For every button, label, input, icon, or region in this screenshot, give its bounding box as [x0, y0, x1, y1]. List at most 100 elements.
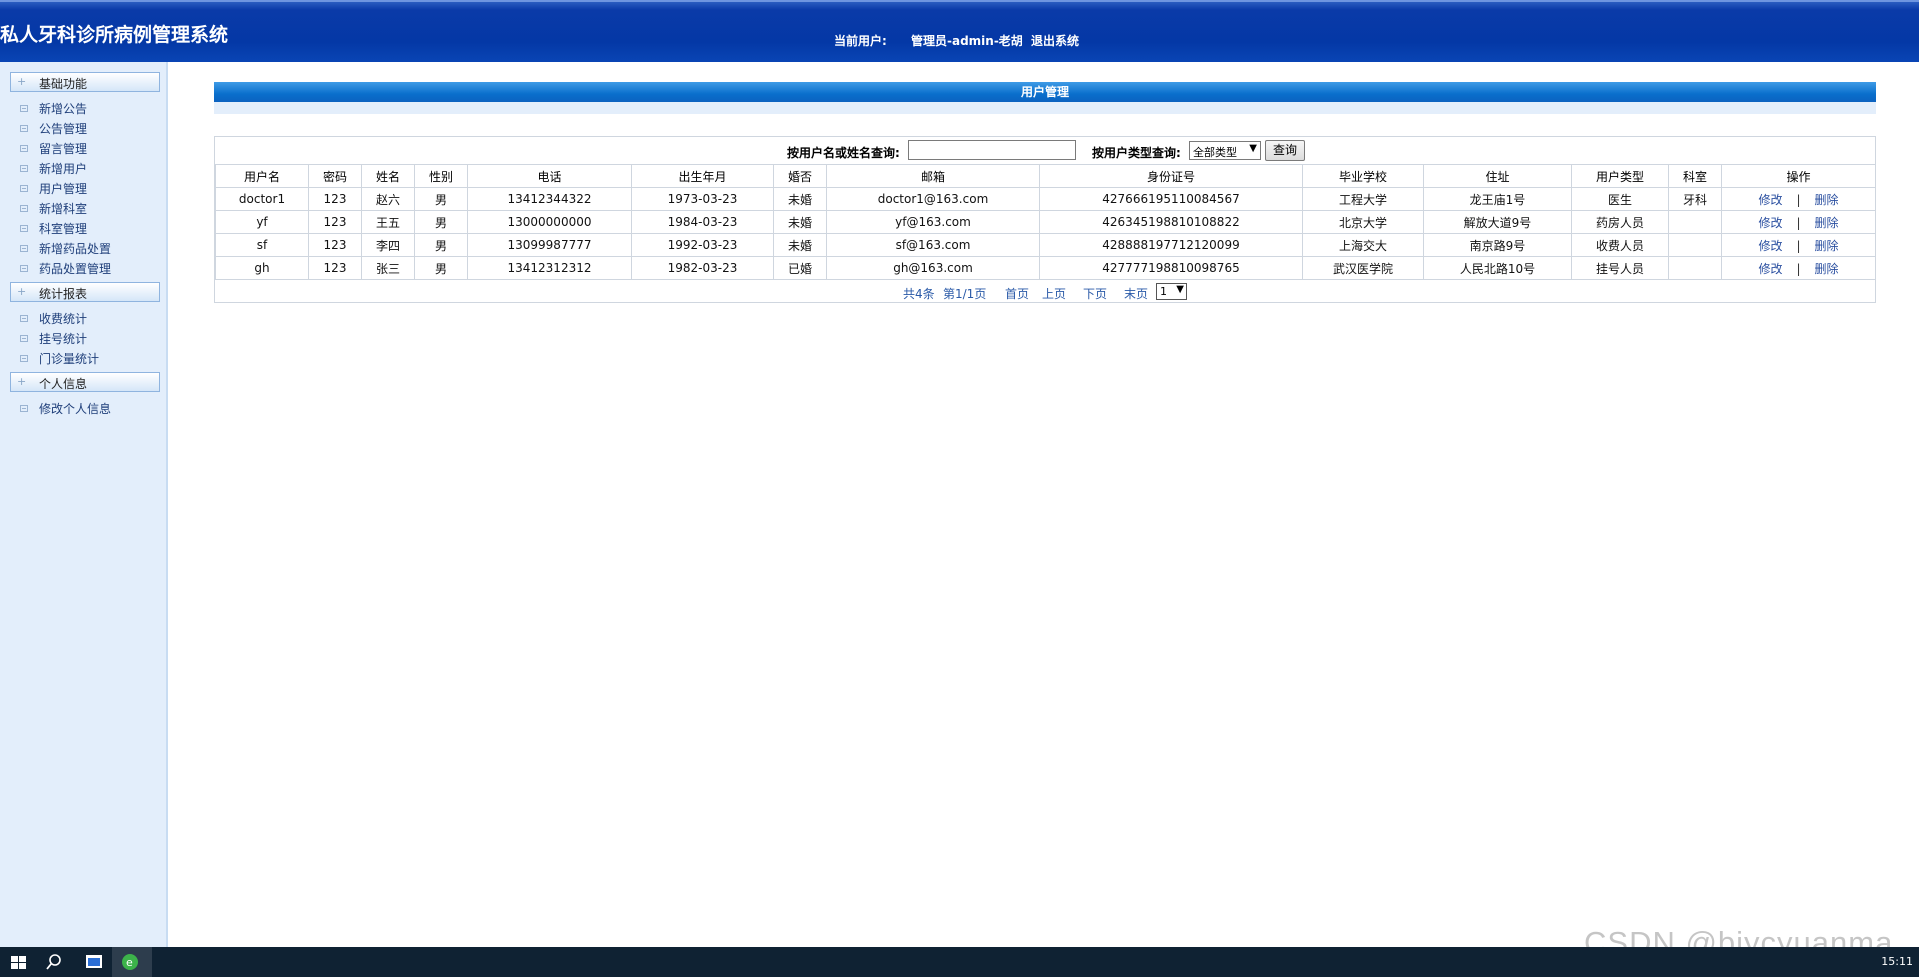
cell-name: 张三 — [361, 256, 415, 280]
cell-id-number: 427666195110084567 — [1039, 187, 1303, 211]
cell-name: 王五 — [361, 210, 415, 234]
sidebar-item-add-user[interactable]: 新增用户 — [20, 160, 87, 178]
pager-next-link[interactable]: 下页 — [1083, 285, 1107, 302]
sidebar-item-add-notice[interactable]: 新增公告 — [20, 100, 87, 118]
expand-icon: + — [17, 375, 27, 388]
sidebar-item-label: 挂号统计 — [39, 332, 88, 346]
edit-link[interactable]: 修改 — [1758, 262, 1782, 276]
cell-username: sf — [215, 233, 309, 257]
sidebar-item-registration-stats[interactable]: 挂号统计 — [20, 330, 87, 348]
column-header: 科室 — [1668, 164, 1722, 188]
logout-link[interactable]: 退出系统 — [1031, 34, 1079, 48]
delete-link[interactable]: 删除 — [1815, 262, 1839, 276]
table-row: doctor1 123 赵六 男 13412344322 1973-03-23 … — [215, 187, 1876, 211]
sidebar-item-label: 修改个人信息 — [39, 402, 112, 416]
section-subbar — [214, 102, 1876, 114]
cell-actions: 修改 | 删除 — [1721, 187, 1876, 211]
cell-email: yf@163.com — [826, 210, 1040, 234]
sidebar-item-outpatient-stats[interactable]: 门诊量统计 — [20, 350, 99, 368]
svg-text:e: e — [126, 956, 133, 969]
column-header: 性别 — [414, 164, 468, 188]
sidebar-group-reports[interactable]: + 统计报表 — [10, 282, 160, 302]
cell-gender: 男 — [414, 210, 468, 234]
pager-last-link[interactable]: 末页 — [1124, 285, 1148, 302]
cell-department — [1668, 233, 1722, 257]
user-type-select[interactable]: 全部类型 ▼ — [1189, 141, 1261, 160]
sidebar-item-message-mgmt[interactable]: 留言管理 — [20, 140, 87, 158]
pager-page-info: 第1/1页 — [943, 287, 987, 301]
cell-married: 已婚 — [773, 256, 827, 280]
cell-school: 武汉医学院 — [1302, 256, 1424, 280]
sidebar-item-label: 留言管理 — [39, 142, 88, 156]
cell-department — [1668, 256, 1722, 280]
sidebar-item-notice-mgmt[interactable]: 公告管理 — [20, 120, 87, 138]
cell-school: 上海交大 — [1302, 233, 1424, 257]
delete-link[interactable]: 删除 — [1815, 239, 1839, 253]
cell-phone: 13000000000 — [467, 210, 632, 234]
search-row: 按用户名或姓名查询: 按用户类型查询: 全部类型 ▼ 查询 — [215, 137, 1875, 163]
search-button[interactable]: 查询 — [1265, 140, 1305, 161]
cell-password: 123 — [308, 233, 362, 257]
column-header: 毕业学校 — [1302, 164, 1424, 188]
chevron-down-icon: ▼ — [1249, 143, 1257, 154]
pager-prev-link[interactable]: 上页 — [1042, 285, 1066, 302]
app-header: 私人牙科诊所病例管理系统 当前用户: 管理员-admin-老胡 退出系统 — [0, 0, 1919, 62]
cell-actions: 修改 | 删除 — [1721, 233, 1876, 257]
column-header: 身份证号 — [1039, 164, 1303, 188]
cell-user-type: 药房人员 — [1571, 210, 1669, 234]
cell-gender: 男 — [414, 233, 468, 257]
user-bar: 当前用户: 管理员-admin-老胡 退出系统 — [834, 32, 1079, 49]
sidebar-item-label: 新增公告 — [39, 102, 88, 116]
delete-link[interactable]: 删除 — [1815, 216, 1839, 230]
cell-address: 龙王庙1号 — [1423, 187, 1572, 211]
search-icon[interactable] — [36, 947, 76, 977]
edit-link[interactable]: 修改 — [1758, 239, 1782, 253]
table-row: yf 123 王五 男 13000000000 1984-03-23 未婚 yf… — [215, 210, 1876, 234]
cell-actions: 修改 | 删除 — [1721, 210, 1876, 234]
sidebar-group-basic[interactable]: + 基础功能 — [10, 72, 160, 92]
file-explorer-icon[interactable] — [76, 947, 116, 977]
type-search-label: 按用户类型查询: — [1092, 146, 1181, 160]
bullet-icon — [20, 315, 28, 322]
cell-name: 赵六 — [361, 187, 415, 211]
column-header: 住址 — [1423, 164, 1572, 188]
sidebar-item-edit-profile[interactable]: 修改个人信息 — [20, 400, 111, 418]
sidebar-item-label: 科室管理 — [39, 222, 88, 236]
cell-password: 123 — [308, 256, 362, 280]
page-select[interactable]: 1 ▼ — [1156, 283, 1187, 300]
sidebar-item-add-dept[interactable]: 新增科室 — [20, 200, 87, 218]
cell-email: gh@163.com — [826, 256, 1040, 280]
bullet-icon — [20, 265, 28, 272]
column-header: 密码 — [308, 164, 362, 188]
sidebar-item-label: 用户管理 — [39, 182, 88, 196]
sidebar-item-fee-stats[interactable]: 收费统计 — [20, 310, 87, 328]
sidebar-group-title: 统计报表 — [39, 287, 88, 301]
cell-username: doctor1 — [215, 187, 309, 211]
sidebar-item-user-mgmt[interactable]: 用户管理 — [20, 180, 87, 198]
bullet-icon — [20, 225, 28, 232]
edit-link[interactable]: 修改 — [1758, 216, 1782, 230]
name-search-input[interactable] — [908, 140, 1076, 160]
cell-phone: 13099987777 — [467, 233, 632, 257]
sidebar-group-personal[interactable]: + 个人信息 — [10, 372, 160, 392]
cell-gender: 男 — [414, 256, 468, 280]
current-user-name: 管理员-admin-老胡 — [911, 34, 1023, 48]
sidebar-item-label: 收费统计 — [39, 312, 88, 326]
cell-address: 南京路9号 — [1423, 233, 1572, 257]
cell-school: 北京大学 — [1302, 210, 1424, 234]
pager-first-link[interactable]: 首页 — [1005, 285, 1029, 302]
windows-start-icon[interactable] — [0, 947, 40, 977]
sidebar-item-label: 门诊量统计 — [39, 352, 100, 366]
delete-link[interactable]: 删除 — [1815, 193, 1839, 207]
cell-birth: 1984-03-23 — [631, 210, 774, 234]
sidebar-item-dept-mgmt[interactable]: 科室管理 — [20, 220, 87, 238]
browser-icon[interactable]: e — [112, 947, 152, 977]
cell-name: 李四 — [361, 233, 415, 257]
bullet-icon — [20, 145, 28, 152]
sidebar-item-drug-mgmt[interactable]: 药品处置管理 — [20, 260, 111, 278]
cell-user-type: 医生 — [1571, 187, 1669, 211]
sidebar-item-add-drug[interactable]: 新增药品处置 — [20, 240, 111, 258]
cell-department: 牙科 — [1668, 187, 1722, 211]
edit-link[interactable]: 修改 — [1758, 193, 1782, 207]
chevron-down-icon: ▼ — [1176, 284, 1184, 295]
